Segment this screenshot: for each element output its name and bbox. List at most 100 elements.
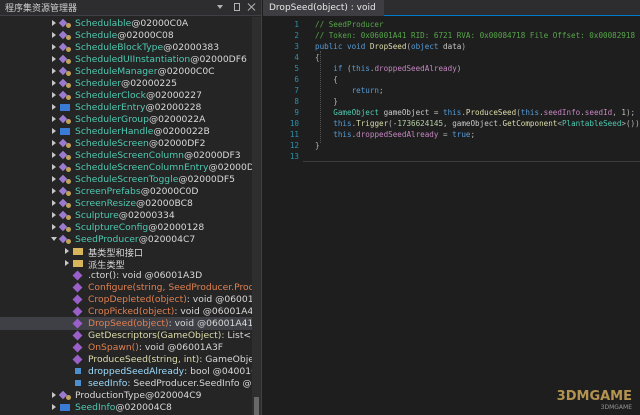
code-token: this [315,119,352,128]
panel-header: 程序集资源管理器 [0,0,261,16]
tree-item-token: : void @06001A3F [138,342,224,353]
code-token: PlantableSeed [561,119,622,128]
code-line: this.droppedSeedAlready = true; [315,130,475,139]
line-number: 1 [294,20,299,29]
line-number: 11 [289,130,299,139]
tree-item-name: SchedulerEntry [75,102,146,113]
class-icon [60,30,71,41]
dropdown-icon[interactable] [215,2,225,12]
tree-item-token: @02000228 [145,102,202,113]
assembly-explorer-panel: 程序集资源管理器 Schedulable @02000C0A Schedule @… [0,0,262,415]
code-token: // SeedProducer [315,20,384,29]
method-icon [73,294,84,305]
code-token: ProduceSeed [465,108,517,117]
line-number: 3 [294,42,299,51]
code-token: >()); [621,119,640,128]
line-number: 13 [289,152,299,161]
tree-item-name: ScheduleManager [75,66,158,77]
tree-item-token: : List<Des [221,330,252,341]
tree-item-token: @02000C0C [157,66,215,77]
tree-item-name: GetDescriptors(GameObject) [88,330,222,341]
code-token: public [315,42,348,51]
method-icon [73,354,84,365]
tree-item-name: ScheduleScreenColumnEntry [75,162,209,173]
class-icon [60,198,71,209]
tree-item-token: @020004C7 [138,234,196,245]
tree-scrollbar[interactable] [252,17,261,415]
editor-tabbar: DropSeed(object) : void [263,0,640,16]
method-icon [73,318,84,329]
method-icon [73,330,84,341]
tree-item-name: ScheduleBlockType [75,42,164,53]
class-icon [60,210,71,221]
code-line: if (this.droppedSeedAlready) [315,64,461,73]
tree-item-name: SchedulerClock [75,90,146,101]
code-token: this [443,108,462,117]
tree-item-token: : void @06001A41 [168,318,252,329]
tree-item-token: @02000DF5 [178,174,235,185]
class-icon [60,390,71,401]
tree-item-token: @02000227 [145,90,202,101]
class-icon [60,138,71,149]
close-icon[interactable] [247,2,257,12]
tree-item-name: SchedulerGroup [75,114,149,125]
code-line: // Token: 0x06001A41 RID: 6721 RVA: 0x00… [315,31,635,40]
code-token: this [351,64,370,73]
tab-dropseed[interactable]: DropSeed(object) : void [263,0,384,16]
code-token: void [347,42,370,51]
class-icon [60,90,71,101]
tree-item-token: @02000334 [118,210,175,221]
code-token: seedInfo [543,108,581,117]
tree-item-name: ProductionType [75,390,145,401]
code-token: -1736624145 [392,119,444,128]
field-icon [73,366,84,377]
scrollbar-thumb[interactable] [254,397,259,415]
code-token: ); [625,108,636,117]
tree-item-token: @02000DF4 [208,162,252,173]
code-line: public void DropSeed(object data) [315,42,466,51]
code-token: droppedSeedAlready [374,64,457,73]
method-icon [73,282,84,293]
code-token: // Token: 0x06001A41 RID: 6721 RVA: 0x00… [315,31,636,40]
code-view[interactable]: 1 // SeedProducer 2 // Token: 0x06001A41 RI… [263,17,640,415]
tree-item-token: @02000DF6 [190,54,247,65]
tree-item-name: ScheduleScreen [75,138,149,149]
code-token: true [452,130,471,139]
class-icon [60,162,71,173]
watermark-text: 3DMGAME [556,389,632,404]
code-token: ) [461,42,466,51]
tree-item-token: : bool @0400163 [184,366,252,377]
tree-item-token: : void @06001A4 [186,294,252,305]
collapsed-arrow-icon[interactable] [50,401,58,414]
class-icon [60,150,71,161]
code-token: ; [470,130,476,139]
code-line: } [315,141,320,150]
tree-item-token: @02000C08 [117,30,174,41]
editor-panel: DropSeed(object) : void 1 // SeedProducer… [263,0,640,415]
code-token: { [315,75,338,84]
tree-item-name: ProduceSeed(string, int) [88,354,200,365]
code-token: , [443,119,453,128]
code-token: if [315,64,348,73]
tree-item-name: SeedInfo [75,402,116,413]
tree-item[interactable]: SeedInfo @020004C8 [0,401,172,414]
code-token: droppedSeedAlready [356,130,439,139]
code-token: this [315,130,352,139]
code-line: { [315,75,338,84]
tree-item-token: : GameObject [199,354,252,365]
code-token: gameObject = [383,108,444,117]
code-token: data [443,42,462,51]
code-line: { [315,53,320,62]
struct-icon [60,402,71,413]
tree-item-token: @02000225 [121,78,177,89]
line-number: 7 [294,86,299,95]
tree-item-token: : SeedProducer.SeedInfo @04 [127,378,252,389]
code-line: this.Trigger(-1736624145, gameObject.Get… [315,119,640,128]
tree-item-token: @02000BC8 [136,198,193,209]
pin-icon[interactable] [231,2,241,12]
line-number: 6 [294,75,299,84]
tree-item-token: @0200022A [148,114,206,125]
tree-item-name: SculptureConfig [75,222,149,233]
tree-item-token: @02000383 [163,42,220,53]
assembly-tree: Schedulable @02000C0A Schedule @02000C08 S… [0,17,252,415]
